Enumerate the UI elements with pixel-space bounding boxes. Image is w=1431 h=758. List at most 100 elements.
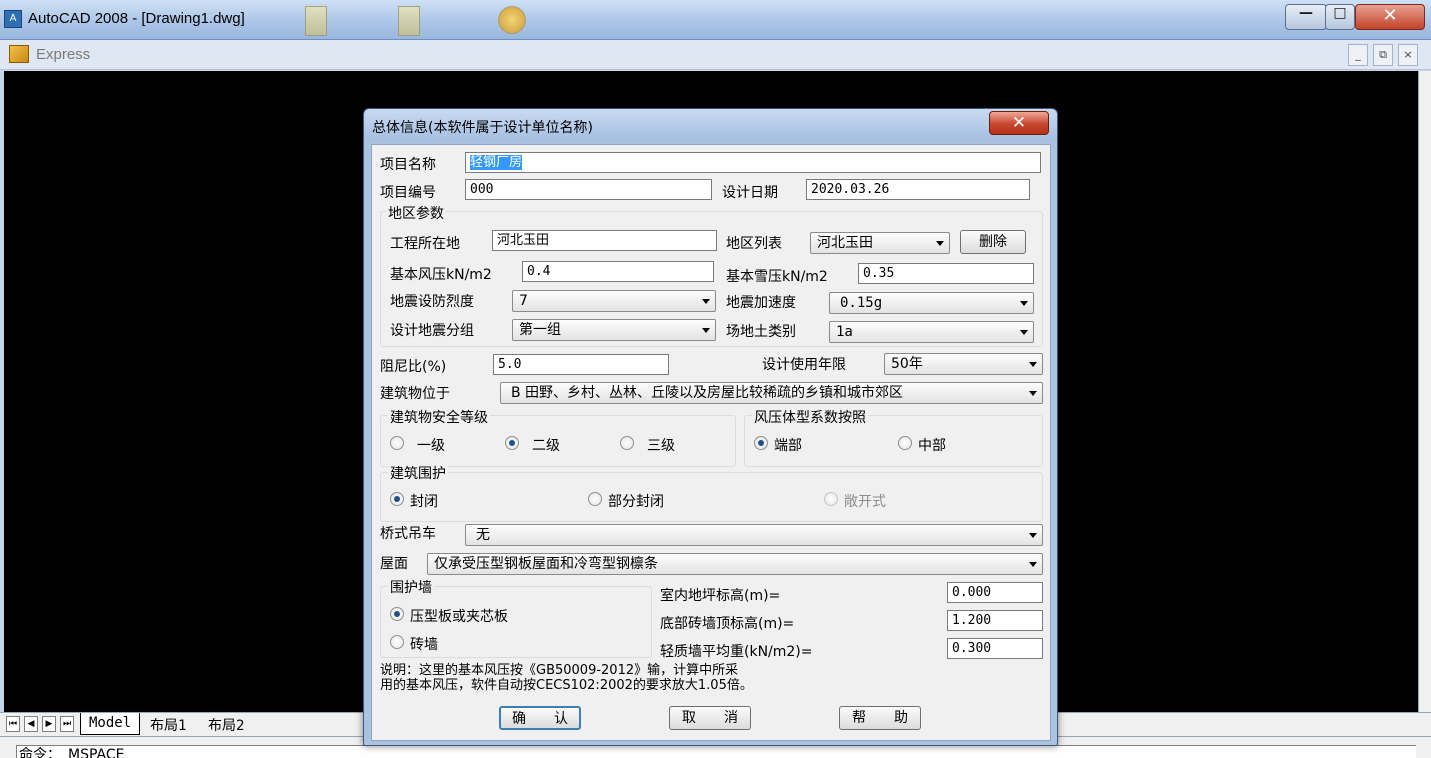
seismic-group-label: 设计地震分组: [390, 323, 474, 339]
chevron-down-icon: [936, 241, 944, 246]
project-name-label: 项目名称: [380, 157, 436, 173]
chevron-down-icon: [702, 328, 710, 333]
chevron-down-icon: [1020, 301, 1028, 306]
floor-elevation-input[interactable]: 0.000: [947, 582, 1043, 603]
dialog-body: 项目名称 轻钢厂房 项目编号 000 设计日期 2020.03.26 地区参数 …: [371, 144, 1051, 741]
brick-top-label: 底部砖墙顶标高(m)=: [660, 616, 795, 632]
enclosure-partial-radio[interactable]: [588, 492, 602, 506]
minimize-button[interactable]: —: [1285, 4, 1327, 30]
light-wall-weight-input[interactable]: 0.300: [947, 638, 1043, 659]
chevron-down-icon: [1020, 330, 1028, 335]
wind-coef-end-label: 端部: [774, 438, 802, 454]
wind-pressure-label: 基本风压kN/m2: [390, 267, 492, 283]
vertical-scrollbar[interactable]: [1418, 71, 1431, 712]
region-list-label: 地区列表: [726, 236, 782, 252]
crane-label: 桥式吊车: [380, 526, 436, 542]
chevron-down-icon: [1029, 362, 1037, 367]
autocad-logo-icon: A: [4, 10, 22, 28]
close-button[interactable]: ✕: [1355, 4, 1425, 30]
app-titlebar: A AutoCAD 2008 - [Drawing1.dwg] — □ ✕: [0, 0, 1431, 40]
light-wall-weight-label: 轻质墙平均重(kN/m2)=: [660, 644, 813, 660]
safety-level-2-label: 二级: [532, 438, 560, 454]
document-icon: [398, 6, 420, 36]
tab-layout2[interactable]: 布局2: [200, 713, 252, 735]
snow-pressure-input[interactable]: 0.35: [858, 263, 1034, 284]
last-tab-button[interactable]: ⏭: [60, 716, 74, 732]
wind-coef-middle-label: 中部: [918, 438, 946, 454]
wall-brick-label: 砖墙: [410, 637, 438, 653]
location-input[interactable]: 河北玉田: [492, 230, 717, 251]
menu-item-express[interactable]: Express: [36, 46, 90, 63]
chevron-down-icon: [1029, 391, 1037, 396]
roof-select[interactable]: 仅承受压型钢板屋面和冷弯型钢檩条: [427, 553, 1043, 575]
wind-coef-middle-radio[interactable]: [898, 436, 912, 450]
chevron-down-icon: [1029, 533, 1037, 538]
chevron-down-icon: [1029, 562, 1037, 567]
tab-layout1[interactable]: 布局1: [142, 713, 194, 735]
damping-label: 阻尼比(%): [380, 359, 447, 375]
enclosure-group: [380, 472, 1043, 522]
wind-coef-end-radio[interactable]: [754, 436, 768, 450]
floor-elevation-label: 室内地坪标高(m)=: [660, 588, 781, 604]
menu-bar: Express _ ⧉ ×: [0, 40, 1431, 70]
safety-level-1-label: 一级: [417, 438, 445, 454]
wind-pressure-input[interactable]: 0.4: [522, 261, 714, 282]
enclosure-title: 建筑围护: [388, 463, 448, 483]
dialog-title: 总体信息(本软件属于设计单位名称): [372, 120, 593, 136]
damping-input[interactable]: 5.0: [493, 354, 669, 375]
maximize-button[interactable]: □: [1325, 4, 1355, 30]
safety-level-3-radio[interactable]: [620, 436, 634, 450]
design-date-input[interactable]: 2020.03.26: [806, 179, 1030, 200]
wall-brick-radio[interactable]: [390, 635, 404, 649]
location-type-select[interactable]: B 田野、乡村、丛林、丘陵以及房屋比较稀疏的乡镇和城市郊区: [500, 382, 1043, 404]
site-class-select[interactable]: 1a: [829, 321, 1034, 343]
enclosure-closed-radio[interactable]: [390, 492, 404, 506]
service-life-select[interactable]: 50年: [884, 353, 1043, 375]
mdi-restore-button[interactable]: ⧉: [1373, 44, 1393, 66]
safety-level-1-radio[interactable]: [390, 436, 404, 450]
next-tab-button[interactable]: ▶: [42, 716, 56, 732]
seismic-intensity-label: 地震设防烈度: [390, 294, 474, 310]
help-button[interactable]: 帮 助: [839, 706, 921, 730]
site-class-label: 场地土类别: [726, 324, 796, 340]
tab-model[interactable]: Model: [80, 713, 141, 735]
wind-coef-title: 风压体型系数按照: [752, 407, 868, 427]
crane-select[interactable]: 无: [465, 524, 1043, 546]
wall-panel-label: 压型板或夹芯板: [410, 609, 508, 625]
project-code-input[interactable]: 000: [465, 179, 712, 200]
mdi-minimize-button[interactable]: _: [1348, 44, 1368, 66]
first-tab-button[interactable]: ⏮: [6, 716, 20, 732]
location-type-label: 建筑物位于: [380, 386, 450, 402]
command-line[interactable]: 命令：_MSPACE: [16, 745, 1416, 758]
enclosure-closed-label: 封闭: [410, 494, 438, 510]
cancel-button[interactable]: 取 消: [669, 706, 751, 730]
chevron-down-icon: [702, 299, 710, 304]
enclosure-open-label: 敞开式: [844, 494, 886, 510]
location-label: 工程所在地: [390, 236, 460, 252]
user-icon: [498, 6, 526, 34]
wind-pressure-note: 说明：这里的基本风压按《GB50009-2012》输，计算中所采 用的基本风压，…: [380, 663, 753, 693]
safety-level-title: 建筑物安全等级: [388, 407, 490, 427]
wall-panel-radio[interactable]: [390, 607, 404, 621]
project-code-label: 项目编号: [380, 185, 436, 201]
safety-level-2-radio[interactable]: [505, 436, 519, 450]
mdi-close-button[interactable]: ×: [1398, 44, 1418, 66]
seismic-accel-select[interactable]: 0.15g: [829, 292, 1034, 314]
dialog-close-button[interactable]: ✕: [989, 111, 1049, 135]
express-icon: [9, 45, 29, 63]
seismic-group-select[interactable]: 第一组: [512, 319, 716, 341]
region-list-select[interactable]: 河北玉田: [810, 232, 950, 254]
service-life-label: 设计使用年限: [762, 357, 846, 373]
project-name-input[interactable]: 轻钢厂房: [465, 152, 1041, 173]
ok-button[interactable]: 确 认: [499, 706, 581, 730]
prev-tab-button[interactable]: ◀: [24, 716, 38, 732]
seismic-intensity-select[interactable]: 7: [512, 290, 716, 312]
wall-title: 围护墙: [388, 577, 434, 597]
snow-pressure-label: 基本雪压kN/m2: [726, 269, 828, 285]
safety-level-3-label: 三级: [647, 438, 675, 454]
region-params-title: 地区参数: [386, 203, 446, 223]
brick-top-input[interactable]: 1.200: [947, 610, 1043, 631]
app-title: AutoCAD 2008 - [Drawing1.dwg]: [28, 10, 245, 27]
enclosure-open-radio: [824, 492, 838, 506]
delete-region-button[interactable]: 删除: [960, 230, 1026, 254]
